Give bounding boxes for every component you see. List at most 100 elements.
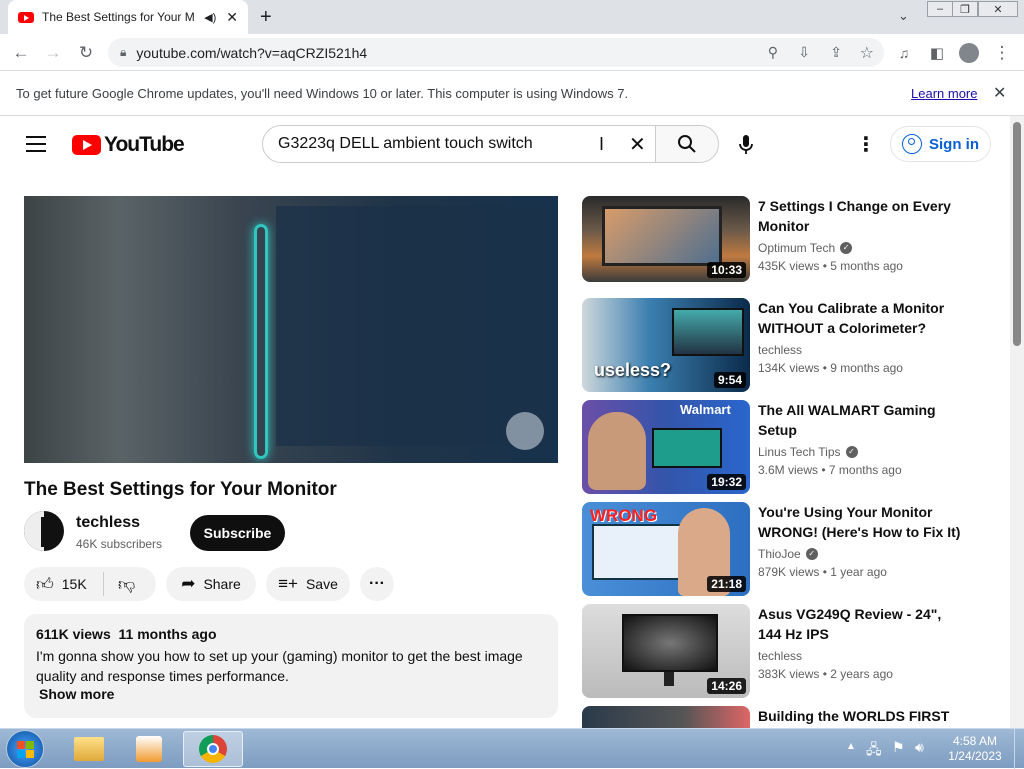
learn-more-link[interactable]: Learn more xyxy=(911,86,977,101)
youtube-header: YouTube G3223q DELL ambient touch switch… xyxy=(0,116,1010,172)
thumbs-down-icon: 👎︎ xyxy=(118,574,136,594)
recommendation-channel[interactable]: techless xyxy=(758,343,802,357)
recommendation-title[interactable]: You're Using Your Monitor WRONG! (Here's… xyxy=(758,502,968,542)
recommendation-item[interactable]: 14:26 Asus VG249Q Review - 24", 144 Hz I… xyxy=(582,604,982,698)
subscriber-count: 46K subscribers xyxy=(76,537,163,551)
chrome-icon xyxy=(199,735,227,763)
save-button[interactable]: ≡+ Save xyxy=(266,567,350,601)
channel-watermark-icon[interactable] xyxy=(506,412,544,450)
monitor-edge xyxy=(276,206,546,446)
youtube-favicon-icon xyxy=(18,11,34,23)
video-thumbnail[interactable] xyxy=(582,706,750,728)
chrome-menu-icon[interactable]: ⋮ xyxy=(989,40,1015,66)
install-icon[interactable]: ⇩ xyxy=(798,44,810,61)
infobar-close-icon[interactable]: ✕ xyxy=(993,83,1006,103)
share-button[interactable]: ➦ Share xyxy=(166,567,256,601)
recommendation-item[interactable]: Walmart 19:32 The All WALMART Gaming Set… xyxy=(582,400,982,494)
scrollbar-thumb[interactable] xyxy=(1013,122,1021,346)
back-icon[interactable]: ← xyxy=(8,40,34,66)
network-icon[interactable]: 🖧︎ xyxy=(866,739,882,763)
reload-icon[interactable]: ↻ xyxy=(73,40,99,66)
audio-playing-icon[interactable]: ◀) xyxy=(204,11,216,24)
recommendation-channel[interactable]: ThioJoe ✓ xyxy=(758,547,818,561)
share-arrow-icon: ➦ xyxy=(181,574,196,593)
side-panel-icon[interactable]: ◧ xyxy=(924,40,950,66)
verified-badge-icon: ✓ xyxy=(840,242,853,254)
file-explorer-taskbar-button[interactable] xyxy=(60,731,118,767)
video-thumbnail[interactable]: WRONG 21:18 xyxy=(582,502,750,596)
video-title: The Best Settings for Your Monitor xyxy=(24,479,337,500)
account-circle-icon xyxy=(902,134,922,154)
voice-search-mic-icon[interactable] xyxy=(738,134,754,161)
address-bar[interactable]: 🔒︎ youtube.com/watch?v=aqCRZI521h4 ⚲ ⇩ ⇪… xyxy=(108,38,884,67)
media-player-taskbar-button[interactable] xyxy=(120,731,178,767)
video-thumbnail[interactable]: useless? 9:54 xyxy=(582,298,750,392)
more-horizontal-icon: ··· xyxy=(369,575,385,592)
restore-button[interactable]: ❐ xyxy=(952,1,978,17)
share-icon[interactable]: ⇪ xyxy=(830,44,842,61)
video-thumbnail[interactable]: 10:33 xyxy=(582,196,750,282)
subscribe-button[interactable]: Subscribe xyxy=(190,515,285,551)
video-thumbnail[interactable]: 14:26 xyxy=(582,604,750,698)
action-center-flag-icon[interactable]: ⚑ xyxy=(892,739,905,756)
youtube-logo[interactable]: YouTube xyxy=(72,133,185,157)
chrome-taskbar-button[interactable] xyxy=(183,731,243,767)
recommendation-item[interactable]: useless? 9:54 Can You Calibrate a Monito… xyxy=(582,298,982,392)
recommendation-item[interactable]: Building the WORLDS FIRST xyxy=(582,706,982,728)
youtube-play-logo-icon xyxy=(72,135,101,155)
close-window-button[interactable]: ✕ xyxy=(978,1,1018,17)
video-player[interactable] xyxy=(24,196,558,463)
recommendation-channel[interactable]: techless xyxy=(758,649,802,663)
dislike-button[interactable]: 👎︎ xyxy=(104,574,135,595)
thumbnail-caption: Walmart xyxy=(680,402,731,417)
like-button[interactable]: 👍︎ 15K xyxy=(24,572,104,596)
share-label: Share xyxy=(203,576,241,592)
page-scrollbar[interactable] xyxy=(1010,116,1024,728)
recommendation-title[interactable]: Can You Calibrate a Monitor WITHOUT a Co… xyxy=(758,298,968,338)
recommendation-item[interactable]: 10:33 7 Settings I Change on Every Monit… xyxy=(582,196,982,282)
minimize-button[interactable]: – xyxy=(927,1,953,17)
video-thumbnail[interactable]: Walmart 19:32 xyxy=(582,400,750,494)
recommendation-meta: 435K views • 5 months ago xyxy=(758,259,903,273)
start-button[interactable] xyxy=(6,730,44,768)
channel-avatar[interactable] xyxy=(24,511,64,551)
zoom-search-icon[interactable]: ⚲ xyxy=(768,44,778,61)
recommendation-channel[interactable]: Optimum Tech ✓ xyxy=(758,241,853,255)
search-button[interactable] xyxy=(655,125,719,163)
bookmark-star-icon[interactable]: ☆ xyxy=(860,43,874,63)
more-actions-button[interactable]: ··· xyxy=(360,567,394,601)
sign-in-button[interactable]: Sign in xyxy=(890,126,991,162)
channel-name[interactable]: techless xyxy=(76,514,140,532)
sign-in-label: Sign in xyxy=(929,135,979,153)
recommendation-title[interactable]: 7 Settings I Change on Every Monitor xyxy=(758,196,968,236)
search-input[interactable]: G3223q DELL ambient touch switch I ✕ xyxy=(262,125,656,163)
show-more-button[interactable]: Show more xyxy=(36,686,546,702)
browser-tab[interactable]: The Best Settings for Your M ◀) ✕ xyxy=(8,0,248,34)
clock-date: 1/24/2023 xyxy=(948,749,1002,763)
recommendation-title[interactable]: Asus VG249Q Review - 24", 144 Hz IPS xyxy=(758,604,968,644)
hamburger-menu-icon[interactable] xyxy=(26,136,46,152)
verified-badge-icon: ✓ xyxy=(805,548,818,560)
recommendation-item[interactable]: WRONG 21:18 You're Using Your Monitor WR… xyxy=(582,502,982,596)
tab-close-icon[interactable]: ✕ xyxy=(226,9,238,26)
settings-more-icon[interactable]: ⋮ xyxy=(856,132,876,157)
text-cursor-icon: I xyxy=(599,134,605,154)
forward-icon[interactable]: → xyxy=(40,40,66,66)
recommendation-title[interactable]: Building the WORLDS FIRST xyxy=(758,706,968,726)
description-box[interactable]: 611K views 11 months ago I'm gonna show … xyxy=(24,614,558,718)
show-desktop-button[interactable] xyxy=(1014,729,1024,769)
recommendation-meta: 134K views • 9 months ago xyxy=(758,361,903,375)
upload-age: 11 months ago xyxy=(118,626,217,642)
volume-icon[interactable]: 🔊︎ xyxy=(915,739,924,756)
media-controls-icon[interactable]: ♫ xyxy=(891,40,917,66)
profile-avatar-icon[interactable] xyxy=(956,40,982,66)
clock[interactable]: 4:58 AM 1/24/2023 xyxy=(940,734,1010,764)
new-tab-button[interactable]: + xyxy=(260,6,272,29)
show-hidden-icons-chevron[interactable]: ▲ xyxy=(846,741,856,752)
thumbnail-caption: useless? xyxy=(594,360,672,380)
recommendation-title[interactable]: The All WALMART Gaming Setup xyxy=(758,400,968,440)
like-count: 15K xyxy=(61,576,87,592)
recommendation-channel[interactable]: Linus Tech Tips ✓ xyxy=(758,445,858,459)
clear-search-icon[interactable]: ✕ xyxy=(629,132,646,157)
tab-search-chevron-icon[interactable]: ⌄ xyxy=(898,8,909,24)
